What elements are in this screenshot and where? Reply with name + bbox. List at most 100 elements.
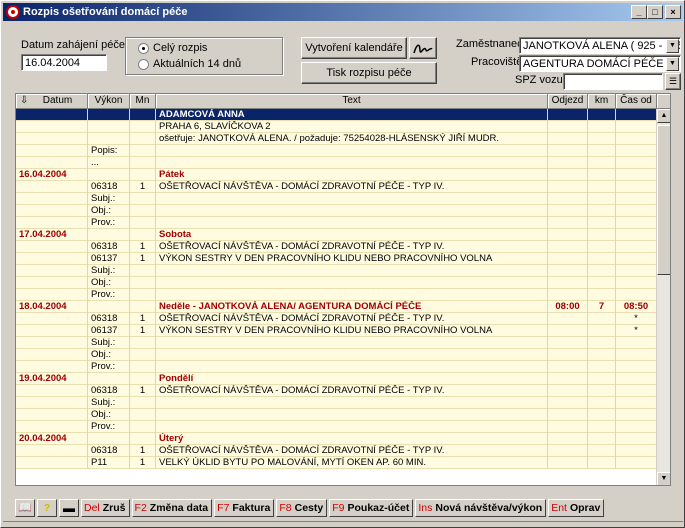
- action-label: Poukaz-účet: [347, 502, 410, 514]
- table-row[interactable]: ...: [16, 157, 657, 169]
- table-row[interactable]: Obj.:: [16, 277, 657, 289]
- shortcut-key: F9: [332, 502, 345, 514]
- table-cell: [156, 145, 548, 157]
- table-row[interactable]: 06318 1 OŠETŘOVACÍ NÁVŠTĚVA - DOMÁCÍ ZDRAV…: [16, 181, 657, 193]
- table-row[interactable]: ošetřuje: JANOTKOVÁ ALENA. / požaduje: 7…: [16, 133, 657, 145]
- print-schedule-button[interactable]: Tisk rozpisu péče: [301, 62, 437, 84]
- table-cell: [156, 217, 548, 229]
- column-header-departure[interactable]: Odjezd: [548, 94, 588, 109]
- column-header-code[interactable]: Výkon: [88, 94, 130, 109]
- shortcut-key: Del: [84, 502, 100, 514]
- vertical-scrollbar[interactable]: ▲ ▼: [656, 109, 670, 485]
- create-calendar-button[interactable]: Vytvoření kalendáře: [301, 37, 407, 59]
- table-row[interactable]: Popis:: [16, 145, 657, 157]
- table-cell: Subj.:: [88, 193, 130, 205]
- table-cell: [548, 133, 588, 145]
- signature-button[interactable]: [409, 37, 437, 59]
- table-row[interactable]: 17.04.2004 Sobota: [16, 229, 657, 241]
- table-row[interactable]: Prov.:: [16, 421, 657, 433]
- table-cell: [130, 145, 156, 157]
- table-row[interactable]: 19.04.2004 Pondělí: [16, 373, 657, 385]
- radio-full-indicator[interactable]: [138, 42, 149, 54]
- vehicle-field[interactable]: [563, 73, 663, 90]
- scroll-down-icon[interactable]: ▼: [657, 472, 670, 485]
- table-cell: [588, 361, 616, 373]
- employee-select[interactable]: JANOTKOVÁ ALENA ( 925 - 0654 ▼: [519, 37, 681, 54]
- table-cell: [548, 421, 588, 433]
- table-cell: [16, 253, 88, 265]
- table-cell: 1: [130, 241, 156, 253]
- column-header-km[interactable]: km: [588, 94, 616, 109]
- workplace-select[interactable]: AGENTURA DOMÁCÍ PÉČE ▼: [519, 55, 681, 72]
- table-row[interactable]: Obj.:: [16, 205, 657, 217]
- table-row[interactable]: PRAHA 6, SLAVÍČKOVA 2: [16, 121, 657, 133]
- scroll-up-icon[interactable]: ▲: [657, 109, 670, 123]
- table-row[interactable]: Obj.:: [16, 409, 657, 421]
- table-cell: Subj.:: [88, 265, 130, 277]
- cancel-button[interactable]: Del Zruš: [81, 499, 130, 517]
- table-row[interactable]: Subj.:: [16, 397, 657, 409]
- table-cell: Obj.:: [88, 409, 130, 421]
- table-cell: [548, 397, 588, 409]
- table-row[interactable]: Prov.:: [16, 217, 657, 229]
- column-header-time-from[interactable]: Čas od: [616, 94, 657, 109]
- column-header-qty[interactable]: Mn: [130, 94, 156, 109]
- chevron-down-icon[interactable]: ▼: [666, 57, 679, 71]
- start-date-field[interactable]: 16.04.2004: [21, 54, 107, 71]
- scroll-thumb[interactable]: [657, 125, 670, 275]
- table-row[interactable]: 06318 1 OŠETŘOVACÍ NÁVŠTĚVA - DOMÁCÍ ZDRAV…: [16, 385, 657, 397]
- table-cell: 16.04.2004: [16, 169, 88, 181]
- table-cell: [88, 133, 130, 145]
- help-button[interactable]: ?: [37, 499, 57, 517]
- table-row[interactable]: 06137 1 VÝKON SESTRY V DEN PRACOVNÍHO KLID…: [16, 253, 657, 265]
- table-cell: [588, 289, 616, 301]
- column-header-text[interactable]: Text: [156, 94, 548, 109]
- table-row[interactable]: 20.04.2004 Úterý: [16, 433, 657, 445]
- restore-button[interactable]: □: [647, 5, 663, 19]
- table-row[interactable]: 06318 1 OŠETŘOVACÍ NÁVŠTĚVA - DOMÁCÍ ZDRAV…: [16, 313, 657, 325]
- table-cell: [16, 205, 88, 217]
- invoice-button[interactable]: F7 Faktura: [214, 499, 275, 517]
- table-cell: 20.04.2004: [16, 433, 88, 445]
- column-header-date[interactable]: ⇩ Datum: [16, 94, 88, 109]
- table-cell: [548, 193, 588, 205]
- chevron-down-icon[interactable]: ▼: [666, 39, 679, 53]
- voucher-button[interactable]: F9 Poukaz-účet: [329, 499, 414, 517]
- table-row[interactable]: Obj.:: [16, 349, 657, 361]
- table-row[interactable]: 16.04.2004 Pátek: [16, 169, 657, 181]
- trips-button[interactable]: F8 Cesty: [276, 499, 328, 517]
- change-date-button[interactable]: F2 Změna data: [131, 499, 213, 517]
- table-row[interactable]: 06318 1 OŠETŘOVACÍ NÁVŠTĚVA - DOMÁCÍ ZDRAV…: [16, 445, 657, 457]
- vehicle-lookup-button[interactable]: ☰: [665, 73, 681, 90]
- shortcut-key: F8: [279, 502, 292, 514]
- table-row[interactable]: Prov.:: [16, 289, 657, 301]
- minimize-button[interactable]: _: [631, 5, 647, 19]
- table-row[interactable]: Subj.:: [16, 265, 657, 277]
- table-cell: [588, 421, 616, 433]
- table-cell: [156, 157, 548, 169]
- table-row[interactable]: 06137 1 VÝKON SESTRY V DEN PRACOVNÍHO KLID…: [16, 325, 657, 337]
- radio-full[interactable]: Celý rozpis: [138, 42, 207, 54]
- table-row[interactable]: P11 1 VELKÝ ÚKLID BYTU PO MALOVÁNÍ, MYTÍ O…: [16, 457, 657, 469]
- book-button[interactable]: 📖: [15, 499, 35, 517]
- table-cell: [616, 289, 657, 301]
- table-cell: [16, 181, 88, 193]
- table-row[interactable]: ADAMCOVÁ ANNA: [16, 109, 657, 121]
- table-cell: [16, 361, 88, 373]
- table-cell: VELKÝ ÚKLID BYTU PO MALOVÁNÍ, MYTÍ OKEN …: [156, 457, 548, 469]
- question-icon: ?: [43, 502, 51, 514]
- edit-button[interactable]: Ent Oprav: [548, 499, 605, 517]
- table-row[interactable]: Prov.:: [16, 361, 657, 373]
- radio-current[interactable]: Aktuálních 14 dnů: [138, 58, 241, 70]
- table-row[interactable]: 06318 1 OŠETŘOVACÍ NÁVŠTĚVA - DOMÁCÍ ZDRAV…: [16, 241, 657, 253]
- monitor-button[interactable]: ▬: [59, 499, 79, 517]
- radio-current-indicator[interactable]: [138, 58, 149, 70]
- close-button[interactable]: ×: [665, 5, 681, 19]
- table-row[interactable]: 18.04.2004 Neděle - JANOTKOVÁ ALENA/ AGEN…: [16, 301, 657, 313]
- new-visit-button[interactable]: Ins Nová návštěva/výkon: [415, 499, 547, 517]
- radio-full-label: Celý rozpis: [153, 42, 208, 54]
- table-row[interactable]: Subj.:: [16, 193, 657, 205]
- table-cell: Prov.:: [88, 217, 130, 229]
- table-row[interactable]: Subj.:: [16, 337, 657, 349]
- table-cell: [588, 433, 616, 445]
